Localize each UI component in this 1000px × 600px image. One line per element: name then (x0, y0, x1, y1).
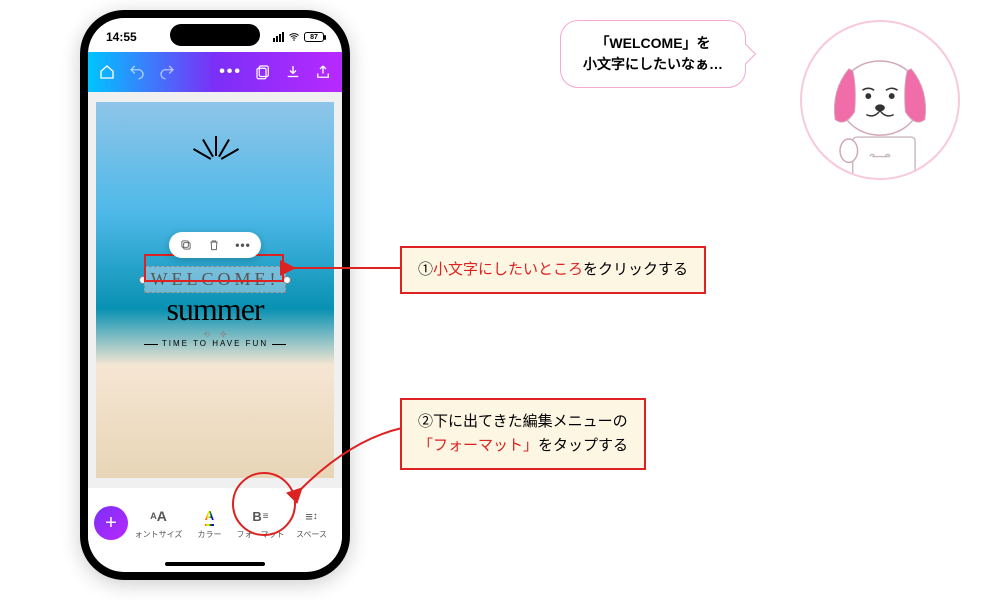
design-canvas[interactable]: ••• WELCOME! summer ⟲✜ TIME TO HAVE FUN (88, 92, 342, 488)
menu-color[interactable]: A カラー (185, 506, 234, 540)
add-button[interactable]: + (94, 506, 128, 540)
font-size-icon: AA (150, 506, 167, 526)
home-indicator[interactable] (165, 562, 265, 566)
speech-bubble: 「WELCOME」を 小文字にしたいなぁ… (560, 20, 746, 88)
callout-emphasis: 「フォーマット」 (418, 437, 538, 454)
bubble-line2: 小文字にしたいなぁ… (583, 56, 723, 72)
character-avatar (800, 20, 960, 180)
callout-number: ② (418, 413, 433, 430)
clock: 14:55 (106, 30, 137, 44)
menu-spacing[interactable]: ≡↕ スペース (287, 506, 336, 540)
callout-line1: 下に出てきた編集メニューの (433, 413, 628, 430)
context-more-icon[interactable]: ••• (235, 238, 251, 252)
summer-heading[interactable]: summer (166, 291, 263, 328)
menu-label: カラー (198, 529, 222, 540)
notch (170, 24, 260, 46)
mini-controls: ⟲✜ (203, 330, 226, 339)
pages-icon[interactable] (254, 63, 272, 81)
trash-icon[interactable] (207, 238, 221, 252)
more-icon[interactable]: ••• (219, 63, 242, 81)
menu-label: ォントサイズ (135, 529, 183, 540)
color-icon: A (205, 506, 214, 526)
annotation-callout-1: ①小文字にしたいところをクリックする (400, 246, 706, 294)
context-toolbar: ••• (169, 232, 261, 258)
phone-screen: 14:55 87 ••• (88, 18, 342, 572)
sun-decoration (165, 142, 265, 192)
signal-icon (273, 32, 284, 42)
design-artboard[interactable]: ••• WELCOME! summer ⟲✜ TIME TO HAVE FUN (96, 102, 334, 478)
phone-mockup: 14:55 87 ••• (80, 10, 350, 580)
tagline-text[interactable]: TIME TO HAVE FUN (144, 339, 286, 348)
dog-illustration (802, 22, 958, 178)
menu-label: フォーマット (237, 529, 285, 540)
menu-format[interactable]: B≡ フォーマット (236, 506, 285, 540)
bubble-line1: 「WELCOME」を (595, 35, 710, 51)
wifi-icon (288, 31, 300, 43)
duplicate-icon[interactable] (179, 238, 193, 252)
battery-icon: 87 (304, 32, 324, 42)
callout-tail: をクリックする (583, 261, 688, 278)
menu-font-size[interactable]: AA ォントサイズ (134, 506, 183, 540)
home-icon[interactable] (98, 63, 116, 81)
bottom-edit-menu: + AA ォントサイズ A カラー B≡ フォーマット ≡↕ スペース (88, 488, 342, 558)
callout-number: ① (418, 261, 433, 278)
welcome-text[interactable]: WELCOME! (144, 266, 287, 293)
redo-icon[interactable] (158, 63, 176, 81)
callout-tail: をタップする (538, 437, 628, 454)
download-icon[interactable] (284, 63, 302, 81)
resize-handle-right[interactable] (283, 276, 291, 284)
annotation-callout-2: ②下に出てきた編集メニューの 「フォーマット」をタップする (400, 398, 646, 470)
app-toolbar: ••• (88, 52, 342, 92)
selected-text-element[interactable]: WELCOME! (144, 266, 287, 293)
share-icon[interactable] (314, 63, 332, 81)
spacing-icon: ≡↕ (305, 506, 318, 526)
undo-icon[interactable] (128, 63, 146, 81)
format-icon: B≡ (252, 506, 268, 526)
callout-emphasis: 小文字にしたいところ (433, 261, 583, 278)
menu-label: スペース (296, 529, 327, 540)
